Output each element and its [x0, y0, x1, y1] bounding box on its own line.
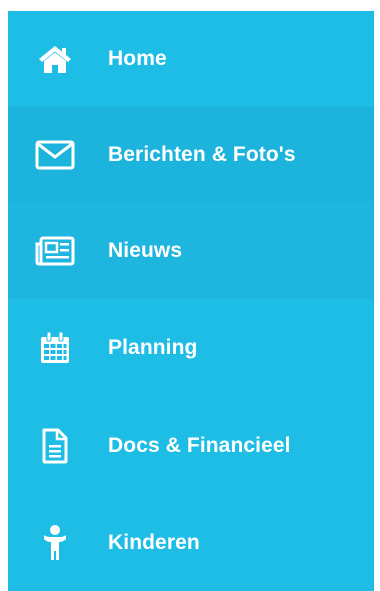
sidebar-item-label: Docs & Financieel	[108, 434, 291, 457]
calendar-icon	[35, 328, 75, 368]
sidebar-item-label: Nieuws	[108, 239, 183, 262]
newspaper-icon	[35, 231, 75, 271]
sidebar-item-home[interactable]: Home	[8, 11, 374, 107]
sidebar-item-label: Planning	[108, 336, 198, 359]
sidebar-item-docs[interactable]: Docs & Financieel	[8, 397, 374, 495]
sidebar-item-label: Home	[108, 47, 167, 70]
envelope-icon	[35, 135, 75, 175]
child-icon	[35, 523, 75, 563]
sidebar-item-label: Berichten & Foto's	[108, 143, 296, 166]
sidebar-item-planning[interactable]: Planning	[8, 299, 374, 397]
home-icon	[35, 39, 75, 79]
sidebar-item-kinderen[interactable]: Kinderen	[8, 495, 374, 591]
document-icon	[35, 426, 75, 466]
sidebar-item-berichten[interactable]: Berichten & Foto's	[8, 107, 374, 203]
sidebar-item-label: Kinderen	[108, 531, 200, 554]
sidebar-item-nieuws[interactable]: Nieuws	[8, 203, 374, 299]
sidebar-nav: Home Berichten & Foto's Nieuws Planning …	[8, 11, 374, 591]
